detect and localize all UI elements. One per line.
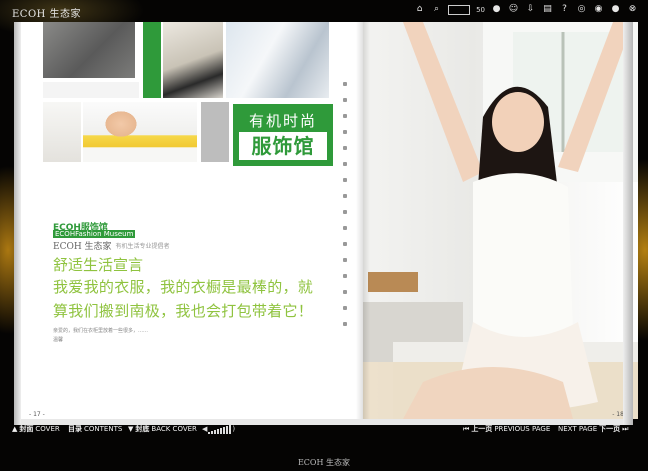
vertical-caption — [343, 82, 347, 326]
book-edge-right — [623, 22, 633, 425]
brand-english: ECOHFashion Museum — [53, 230, 136, 238]
print-icon[interactable]: ▤ — [542, 4, 553, 15]
prev-icon: ⏮ — [463, 424, 470, 433]
volume-icon: ◀ — [202, 425, 208, 433]
download-icon[interactable]: ⇩ — [525, 4, 536, 15]
brand-logo: ECOH 生态家 — [53, 242, 112, 252]
left-page[interactable]: 有机时尚 服饰馆 ECOH服饰馆 ECOHFashion Museum ECOH… — [21, 22, 363, 419]
bottom-navigation: ▲ 封面 COVER 目录 CONTENTS ▼ 封底 BACK COVER ◀… — [0, 423, 648, 437]
speaker-icon: ) — [232, 425, 236, 433]
settings-icon[interactable]: ◎ — [576, 4, 587, 15]
footer-title: ECOH 生态家 — [297, 458, 351, 467]
cover-arrow-icon: ▲ — [12, 425, 18, 433]
small-text-1: 亲爱的，我们在衣柜里放着一些很多，…… — [53, 328, 149, 334]
volume-control[interactable]: ◀ ) — [202, 425, 235, 434]
book-edge-left — [14, 22, 21, 425]
small-text-2: 温馨 — [53, 337, 64, 343]
close-icon[interactable]: ⊗ — [627, 4, 638, 15]
brand-logo-row: ECOH 生态家 有机生活专业提倡者 — [53, 239, 170, 252]
cover-button[interactable]: ▲ 封面 COVER — [12, 424, 60, 434]
photo-socks — [163, 22, 223, 98]
title-banner: 有机时尚 服饰馆 — [233, 104, 333, 166]
title-line2: 服饰馆 — [239, 132, 327, 160]
zoom-slider[interactable] — [448, 4, 471, 15]
back-cover-button[interactable]: ▼ 封底 BACK COVER — [128, 424, 197, 434]
comment-icon[interactable]: ● — [491, 4, 502, 15]
top-toolbar: ECOH 生态家 ⌂ ⌕ 50 ● ☺ ⇩ ▤ ? ◎ ◉ ● ⊗ — [0, 0, 648, 22]
back-cover-arrow-icon: ▼ — [128, 425, 134, 433]
next-icon: ⏭ — [622, 424, 629, 433]
next-page-button[interactable]: NEXT PAGE 下一页 ⏭ — [558, 424, 628, 434]
photo-woman — [363, 22, 638, 419]
contents-button[interactable]: 目录 CONTENTS — [68, 424, 122, 434]
flip-book: 有机时尚 服饰馆 ECOH服饰馆 ECOHFashion Museum ECOH… — [14, 22, 638, 425]
copy-line-1: 我爱我的衣服，我的衣橱是最棒的，就 — [53, 278, 314, 296]
user-icon[interactable]: ☺ — [508, 4, 519, 15]
help-icon[interactable]: ? — [559, 4, 570, 15]
photo-strip — [43, 82, 139, 98]
toolbar-icons: ⌂ ⌕ 50 ● ☺ ⇩ ▤ ? ◎ ◉ ● ⊗ — [414, 4, 638, 15]
zoom-value: 50 — [476, 5, 485, 14]
slogan-title: 舒适生活宣言 — [53, 256, 144, 274]
grey-block — [201, 102, 229, 162]
photo-shirts — [226, 22, 329, 98]
fullscreen-icon[interactable]: ◉ — [593, 4, 604, 15]
previous-page-button[interactable]: ⏮ 上一页 PREVIOUS PAGE — [463, 424, 550, 434]
left-page-number: - 17 - — [29, 411, 45, 418]
book-spine — [356, 22, 370, 419]
home-icon[interactable]: ⌂ — [414, 4, 425, 15]
minimize-icon[interactable]: ● — [610, 4, 621, 15]
brand-logo-sub: 有机生活专业提倡者 — [115, 243, 170, 250]
copy-line-2: 算我们搬到南极，我也会打包带着它！ — [53, 302, 314, 320]
photo-baby — [83, 102, 197, 162]
title-line1: 有机时尚 — [248, 112, 317, 130]
green-block — [143, 22, 161, 98]
zoom-icon[interactable]: ⌕ — [431, 4, 442, 15]
right-page[interactable]: - 18 - — [363, 22, 638, 419]
photo-underwear — [43, 22, 135, 78]
app-title: ECOH 生态家 — [12, 9, 82, 20]
photo-tights — [43, 102, 81, 162]
